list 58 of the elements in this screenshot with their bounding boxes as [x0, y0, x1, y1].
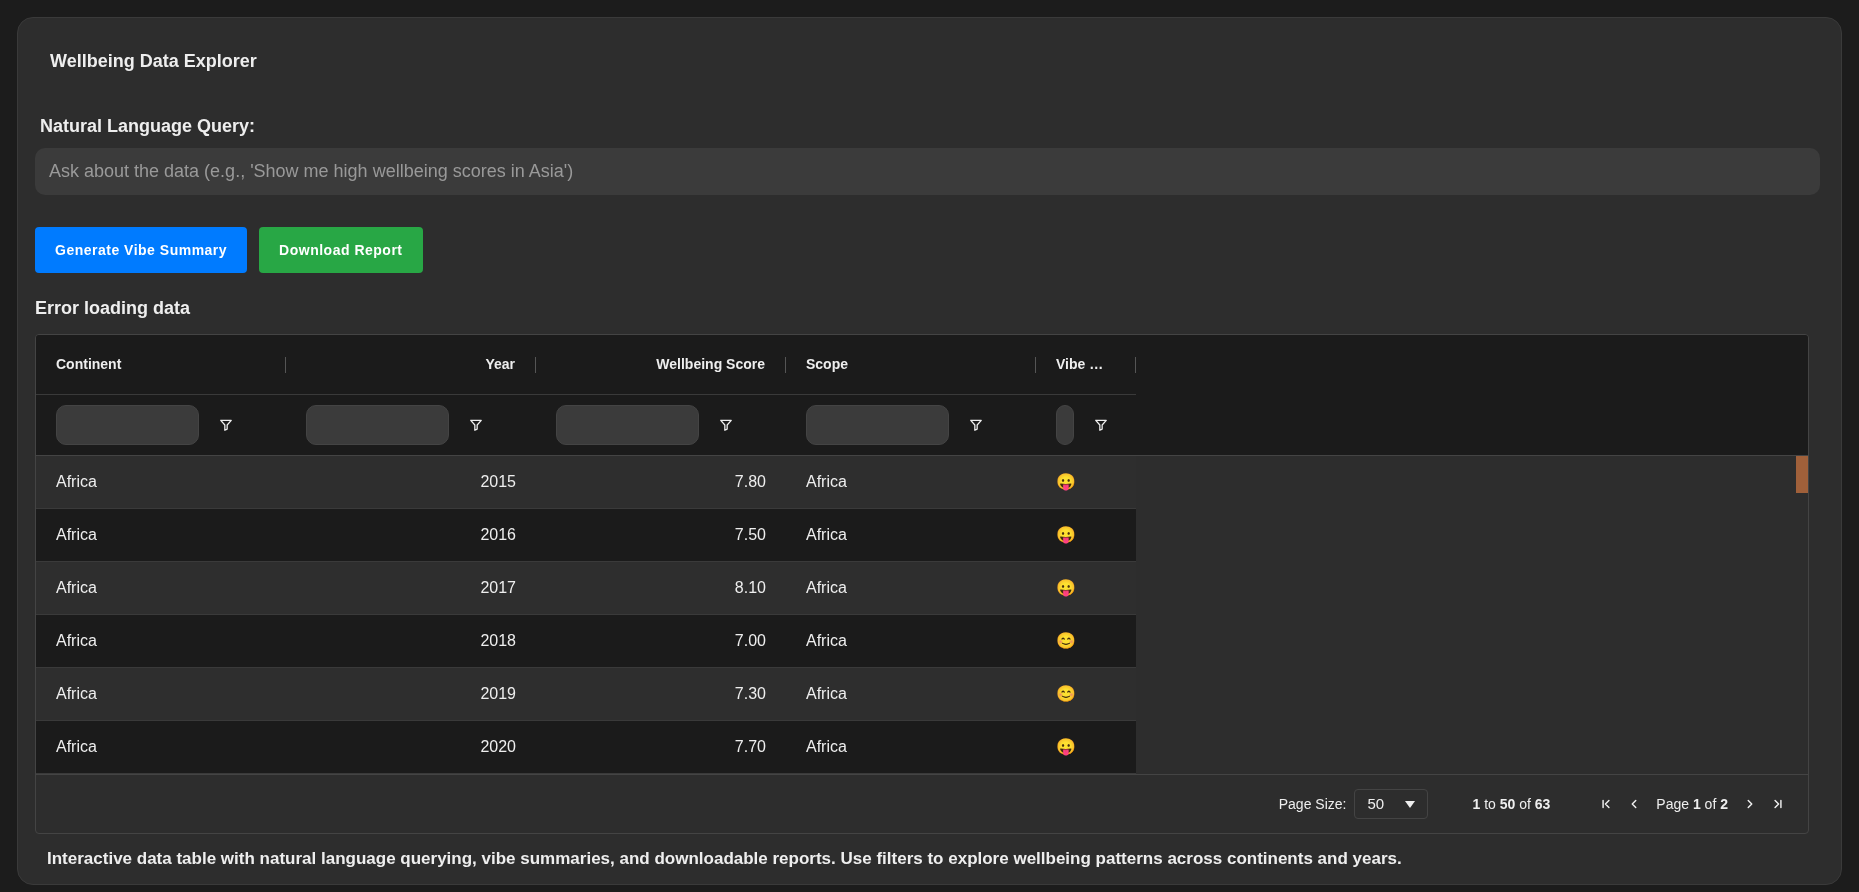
- table-cell: 2019: [480, 685, 516, 702]
- column-header[interactable]: Year: [286, 354, 535, 375]
- query-field[interactable]: Ask about the data (e.g., 'Show me high wellbeing scores in Asia'): [35, 148, 1820, 195]
- table-cell: 7.00: [734, 632, 766, 649]
- vibe-emoji: 😛: [1056, 526, 1076, 543]
- caret-icon: [1405, 800, 1416, 808]
- action-button[interactable]: Generate Vibe Summary: [35, 227, 248, 273]
- column-header[interactable]: Scope: [786, 354, 1035, 375]
- table-cell: Africa: [806, 738, 847, 755]
- vibe-emoji: 😊: [1056, 685, 1076, 702]
- vibe-emoji: 😊: [1056, 632, 1076, 649]
- table-cell: 2018: [480, 632, 516, 649]
- table-cell: 7.30: [734, 685, 766, 702]
- table-cell: 2017: [480, 579, 516, 596]
- table-cell: Africa: [806, 526, 847, 543]
- scrollbar-thumb[interactable]: [1796, 456, 1808, 493]
- status-message: Error loading data: [35, 297, 192, 320]
- filter-icon[interactable]: [1094, 418, 1108, 432]
- filter-field[interactable]: [556, 405, 699, 445]
- page-indicator: Page 1 of 2: [1656, 794, 1728, 814]
- page-size-select[interactable]: 50: [1354, 789, 1429, 819]
- description-text: Interactive data table with natural language querying, vibe summaries, and downloadable reports. Use filters to explore wellbeing patterns across continents and years.: [47, 848, 1403, 870]
- page-size-label: Page Size:: [1278, 794, 1347, 814]
- chevron-icon: [1771, 797, 1785, 811]
- filter-icon[interactable]: [469, 418, 483, 432]
- filter-field[interactable]: [306, 405, 449, 445]
- table-cell: 7.80: [734, 473, 766, 490]
- table-cell: Africa: [806, 473, 847, 490]
- app-title: Wellbeing Data Explorer: [50, 50, 258, 73]
- table-cell: Africa: [806, 632, 847, 649]
- table-cell: 2015: [480, 473, 516, 490]
- table-cell: 2020: [480, 738, 516, 755]
- filter-field[interactable]: [1056, 405, 1074, 445]
- table-cell: Africa: [56, 473, 97, 490]
- table-cell: Africa: [56, 685, 97, 702]
- table-cell: 8.10: [734, 579, 766, 596]
- table-cell: 7.70: [734, 738, 766, 755]
- column-header[interactable]: Wellbeing Score: [536, 354, 785, 375]
- filter-icon[interactable]: [969, 418, 983, 432]
- vibe-emoji: 😛: [1056, 579, 1076, 596]
- column-header[interactable]: Vibe …: [1036, 354, 1135, 375]
- table-cell: 7.50: [734, 526, 766, 543]
- table-cell: Africa: [56, 579, 97, 596]
- table-cell: Africa: [56, 526, 97, 543]
- table-cell: Africa: [806, 685, 847, 702]
- table-cell: Africa: [806, 579, 847, 596]
- filter-field[interactable]: [56, 405, 199, 445]
- vibe-emoji: 😛: [1056, 738, 1076, 755]
- row-range: 1 to 50 of 63: [1472, 794, 1551, 814]
- filter-icon[interactable]: [219, 418, 233, 432]
- table-cell: 2016: [480, 526, 516, 543]
- table-cell: Africa: [56, 632, 97, 649]
- column-header[interactable]: Continent: [36, 354, 285, 375]
- filter-field[interactable]: [806, 405, 949, 445]
- vibe-emoji: 😛: [1056, 473, 1076, 490]
- filter-icon[interactable]: [719, 418, 733, 432]
- table-cell: Africa: [56, 738, 97, 755]
- query-label: Natural Language Query:: [40, 115, 257, 138]
